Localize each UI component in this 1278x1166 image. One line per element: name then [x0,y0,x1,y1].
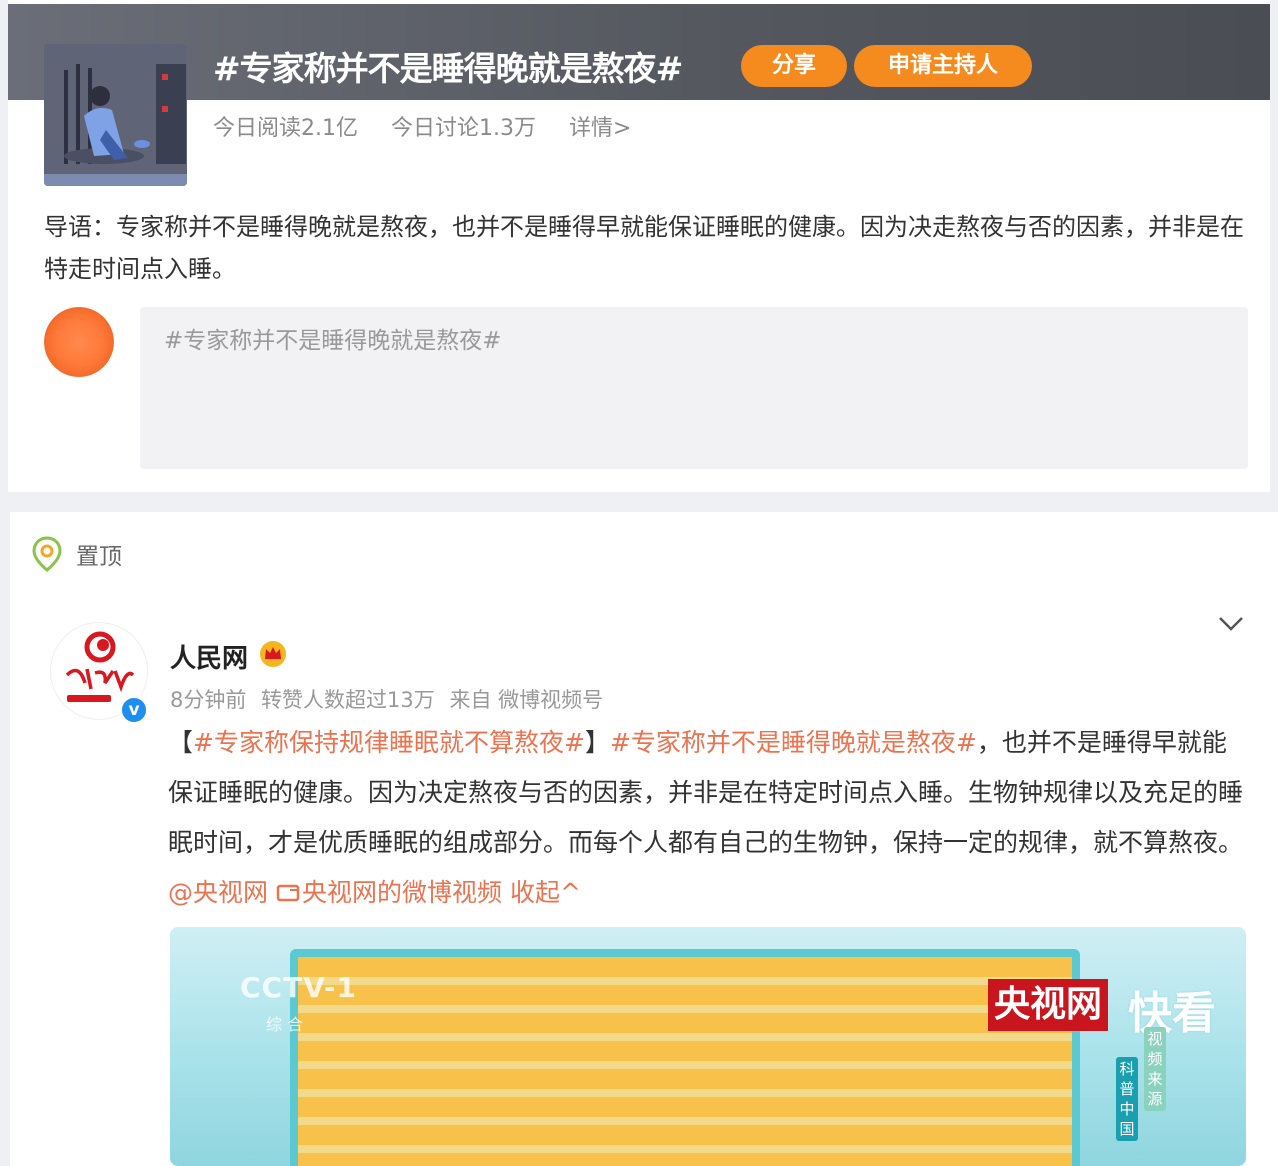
pinned-indicator: 置顶 [32,536,122,572]
topic-cover-image[interactable] [44,44,187,186]
verified-badge-icon: v [120,696,148,724]
video-frame [290,949,1080,1166]
brand-logo: 央视网 [988,979,1109,1031]
bracket-open: 【 [168,728,194,757]
post-reposts: 转赞人数超过13万 [261,688,435,712]
gold-crown-icon [260,641,286,667]
mention-link[interactable]: @央视网 [168,878,268,907]
collapse-link[interactable]: 收起^ [510,878,581,907]
brand-fast-logo: 快看 [1128,988,1216,1039]
feed-card: 置顶 v 人民网 8分钟前 转赞人数超过13万 来自 微博视频号 【#专家称保持… [10,512,1278,1166]
topic-card: #专家称并不是睡得晚就是熬夜# 分享 申请主持人 今日阅读2.1亿 今日讨论1.… [8,0,1270,492]
chevron-down-icon[interactable] [1218,615,1244,633]
side-label-science: 科普中国 [1116,1057,1138,1141]
post-time[interactable]: 8分钟前 [170,688,246,712]
pinned-label: 置顶 [76,544,122,570]
topic-stats: 今日阅读2.1亿 今日讨论1.3万 详情> [213,110,657,142]
details-link[interactable]: 详情> [569,116,631,141]
post-source[interactable]: 来自 微博视频号 [449,688,603,712]
channel-logo: CCTV-1 [240,971,357,1004]
topic-title: #专家称并不是睡得晚就是熬夜# [213,49,683,88]
video-link[interactable]: 央视网的微博视频 [276,878,502,907]
bracket-close: 】 [584,728,610,757]
current-user-avatar[interactable] [44,307,114,377]
pin-icon [32,536,62,572]
video-link-label: 央视网的微博视频 [301,878,502,907]
topic-intro: 导语：专家称并不是睡得晚就是熬夜，也并不是睡得早就能保证睡眠的健康。因为决走熬夜… [44,213,1244,283]
share-button[interactable]: 分享 [741,45,847,87]
channel-sub-label: 综 合 [266,1015,304,1034]
post-meta: 8分钟前 转赞人数超过13万 来自 微博视频号 [170,684,611,714]
hashtag-link[interactable]: #专家称并不是睡得晚就是熬夜# [610,728,977,757]
read-today: 今日阅读2.1亿 [213,116,358,141]
post-body: 【#专家称保持规律睡眠就不算熬夜#】#专家称并不是睡得晚就是熬夜#，也并不是睡得… [168,718,1248,918]
side-label-source: 视频来源 [1144,1027,1166,1111]
hashtag-link[interactable]: #专家称保持规律睡眠就不算熬夜# [193,728,585,757]
discuss-today: 今日讨论1.3万 [391,116,536,141]
post-composer-input[interactable]: #专家称并不是睡得晚就是熬夜# [140,307,1248,469]
author-name[interactable]: 人民网 [170,638,248,675]
video-player[interactable]: CCTV-1 综 合 央视网 快看 科普中国 视频来源 [170,927,1246,1166]
video-link-icon [276,884,300,902]
apply-host-button[interactable]: 申请主持人 [854,45,1032,87]
